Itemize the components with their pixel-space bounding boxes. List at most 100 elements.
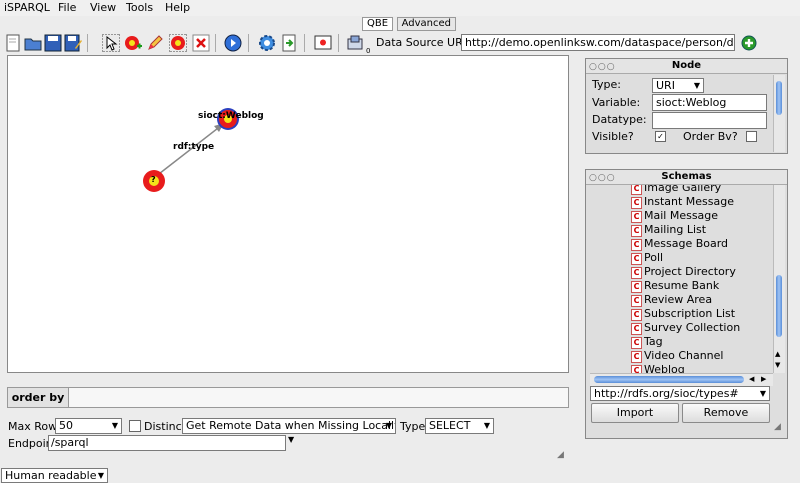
schemas-horizontal-scrollbar[interactable]: ◀ ▶	[590, 373, 773, 386]
node-panel-scroll-thumb[interactable]	[776, 81, 782, 115]
add-data-source-icon[interactable]	[740, 34, 758, 52]
schema-item[interactable]: C Instant Message	[631, 195, 734, 209]
schema-item[interactable]: C Video Channel	[631, 349, 723, 363]
schema-url-select[interactable]: http://rdfs.org/sioc/types# ▼	[590, 386, 770, 401]
endpoint-dropdown-icon[interactable]: ▼	[288, 435, 294, 444]
tab-advanced[interactable]: Advanced	[396, 17, 456, 31]
menu-bar: iSPARQL File View Tools Help	[0, 0, 800, 16]
menu-help[interactable]: Help	[165, 0, 190, 15]
schema-item[interactable]: C Resume Bank	[631, 279, 719, 293]
node-variable-value: sioct:Weblog	[656, 96, 727, 109]
window-controls-icon[interactable]: ○○○	[589, 60, 616, 74]
order-by-bar[interactable]: order by	[7, 387, 569, 408]
class-icon: C	[631, 267, 642, 279]
menu-tools[interactable]: Tools	[126, 0, 153, 15]
group-node-icon[interactable]	[169, 34, 187, 52]
schemas-horizontal-scroll-thumb[interactable]	[594, 376, 744, 383]
max-rows-value: 50	[59, 419, 73, 432]
schema-item[interactable]: C Weblog	[631, 363, 685, 373]
scroll-left-icon[interactable]: ◀	[749, 375, 754, 383]
schema-item[interactable]: C Message Board	[631, 237, 728, 251]
new-file-icon[interactable]	[4, 34, 22, 52]
endpoint-field[interactable]: /sparql	[48, 435, 286, 451]
menu-app[interactable]: iSPARQL	[4, 0, 50, 15]
query-graph-canvas[interactable]: sioct:Weblog ? rdf:type	[7, 55, 569, 373]
screen-icon[interactable]	[314, 34, 332, 52]
node-type-label: Type:	[592, 78, 621, 91]
edit-pencil-icon[interactable]	[146, 34, 164, 52]
remote-data-select[interactable]: Get Remote Data when Missing Locally ▼	[182, 418, 396, 434]
schemas-vertical-scrollbar[interactable]: ▲ ▼	[773, 185, 785, 373]
remove-button[interactable]: Remove	[682, 403, 770, 423]
node-panel-scrollbar[interactable]	[773, 75, 785, 152]
graph-node-source-label: ?	[151, 175, 156, 184]
scroll-up-icon[interactable]: ▲	[775, 350, 780, 358]
node-panel-header: ○○○ Node	[586, 59, 787, 74]
schema-item[interactable]: C Review Area	[631, 293, 712, 307]
toolbar-separator	[87, 34, 88, 52]
class-icon: C	[631, 337, 642, 349]
schemas-vertical-scroll-thumb[interactable]	[776, 275, 782, 337]
window-controls-icon[interactable]: ○○○	[589, 171, 616, 185]
schema-item[interactable]: C Poll	[631, 251, 663, 265]
chevron-down-icon: ▼	[693, 81, 701, 90]
chevron-down-icon: ▼	[385, 421, 393, 430]
node-visible-checkbox[interactable]: ✓	[655, 131, 666, 142]
settings-gear-icon[interactable]	[258, 34, 276, 52]
tab-qbe[interactable]: QBE	[362, 17, 394, 31]
add-node-icon[interactable]	[124, 34, 142, 52]
data-source-icon[interactable]	[346, 34, 364, 52]
chevron-down-icon: ▼	[111, 421, 119, 430]
schema-item[interactable]: C Mailing List	[631, 223, 706, 237]
schema-item[interactable]: C Subscription List	[631, 307, 735, 321]
menu-file[interactable]: File	[58, 0, 76, 15]
schema-item[interactable]: C Image Gallery	[631, 185, 721, 195]
data-source-uri-field[interactable]: http://demo.openlinksw.com/dataspace/per…	[461, 34, 735, 51]
node-type-value: URI	[656, 79, 675, 92]
run-query-icon[interactable]	[224, 34, 242, 52]
endpoint-value: /sparql	[51, 436, 89, 449]
node-panel-title: Node	[671, 60, 702, 71]
distinct-checkbox[interactable]	[129, 420, 141, 432]
node-variable-field[interactable]: sioct:Weblog	[652, 94, 767, 111]
import-button[interactable]: Import	[591, 403, 679, 423]
toolbar-separator	[248, 34, 249, 52]
check-icon: ✓	[657, 132, 664, 141]
scroll-right-icon[interactable]: ▶	[761, 375, 766, 383]
schema-item[interactable]: C Tag	[631, 335, 663, 349]
graph-svg	[143, 108, 239, 192]
node-order-label: Order Bv?	[683, 130, 738, 143]
toolbar-separator	[215, 34, 216, 52]
schemas-panel: ○○○ Schemas C Image Gallery C Instant Mess…	[585, 169, 788, 439]
chevron-down-icon: ▼	[759, 389, 767, 398]
node-order-checkbox[interactable]	[746, 131, 757, 142]
output-format-select[interactable]: Human readable ▼	[1, 468, 108, 483]
schema-item[interactable]: C Mail Message	[631, 209, 718, 223]
save-as-icon[interactable]	[64, 34, 82, 52]
schema-item[interactable]: C Survey Collection	[631, 321, 740, 335]
schema-item[interactable]: C Project Directory	[631, 265, 736, 279]
scroll-down-icon[interactable]: ▼	[775, 361, 780, 369]
remote-data-value: Get Remote Data when Missing Locally	[186, 419, 396, 432]
class-icon: C	[631, 253, 642, 265]
resize-grip-icon[interactable]: ◢	[774, 422, 781, 432]
menu-view[interactable]: View	[90, 0, 116, 15]
max-rows-select[interactable]: 50 ▼	[55, 418, 122, 434]
class-icon: C	[631, 211, 642, 223]
graph-node-target-label: sioct:Weblog	[198, 111, 264, 121]
chevron-down-icon: ▼	[97, 471, 105, 480]
query-type-select[interactable]: SELECT ▼	[425, 418, 494, 434]
open-folder-icon[interactable]	[24, 34, 42, 52]
save-icon[interactable]	[44, 34, 62, 52]
node-datatype-field[interactable]	[652, 112, 767, 129]
import-icon[interactable]	[280, 34, 298, 52]
data-source-uri-value: http://demo.openlinksw.com/dataspace/per…	[465, 36, 735, 49]
class-icon: C	[631, 309, 642, 321]
resize-grip-icon[interactable]: ◢	[557, 450, 564, 460]
mode-tabs: QBE Advanced	[362, 16, 456, 31]
delete-icon[interactable]	[192, 34, 210, 52]
node-variable-label: Variable:	[592, 96, 641, 109]
select-arrow-icon[interactable]	[102, 34, 120, 52]
node-type-select[interactable]: URI ▼	[652, 78, 704, 93]
class-icon: C	[631, 239, 642, 251]
